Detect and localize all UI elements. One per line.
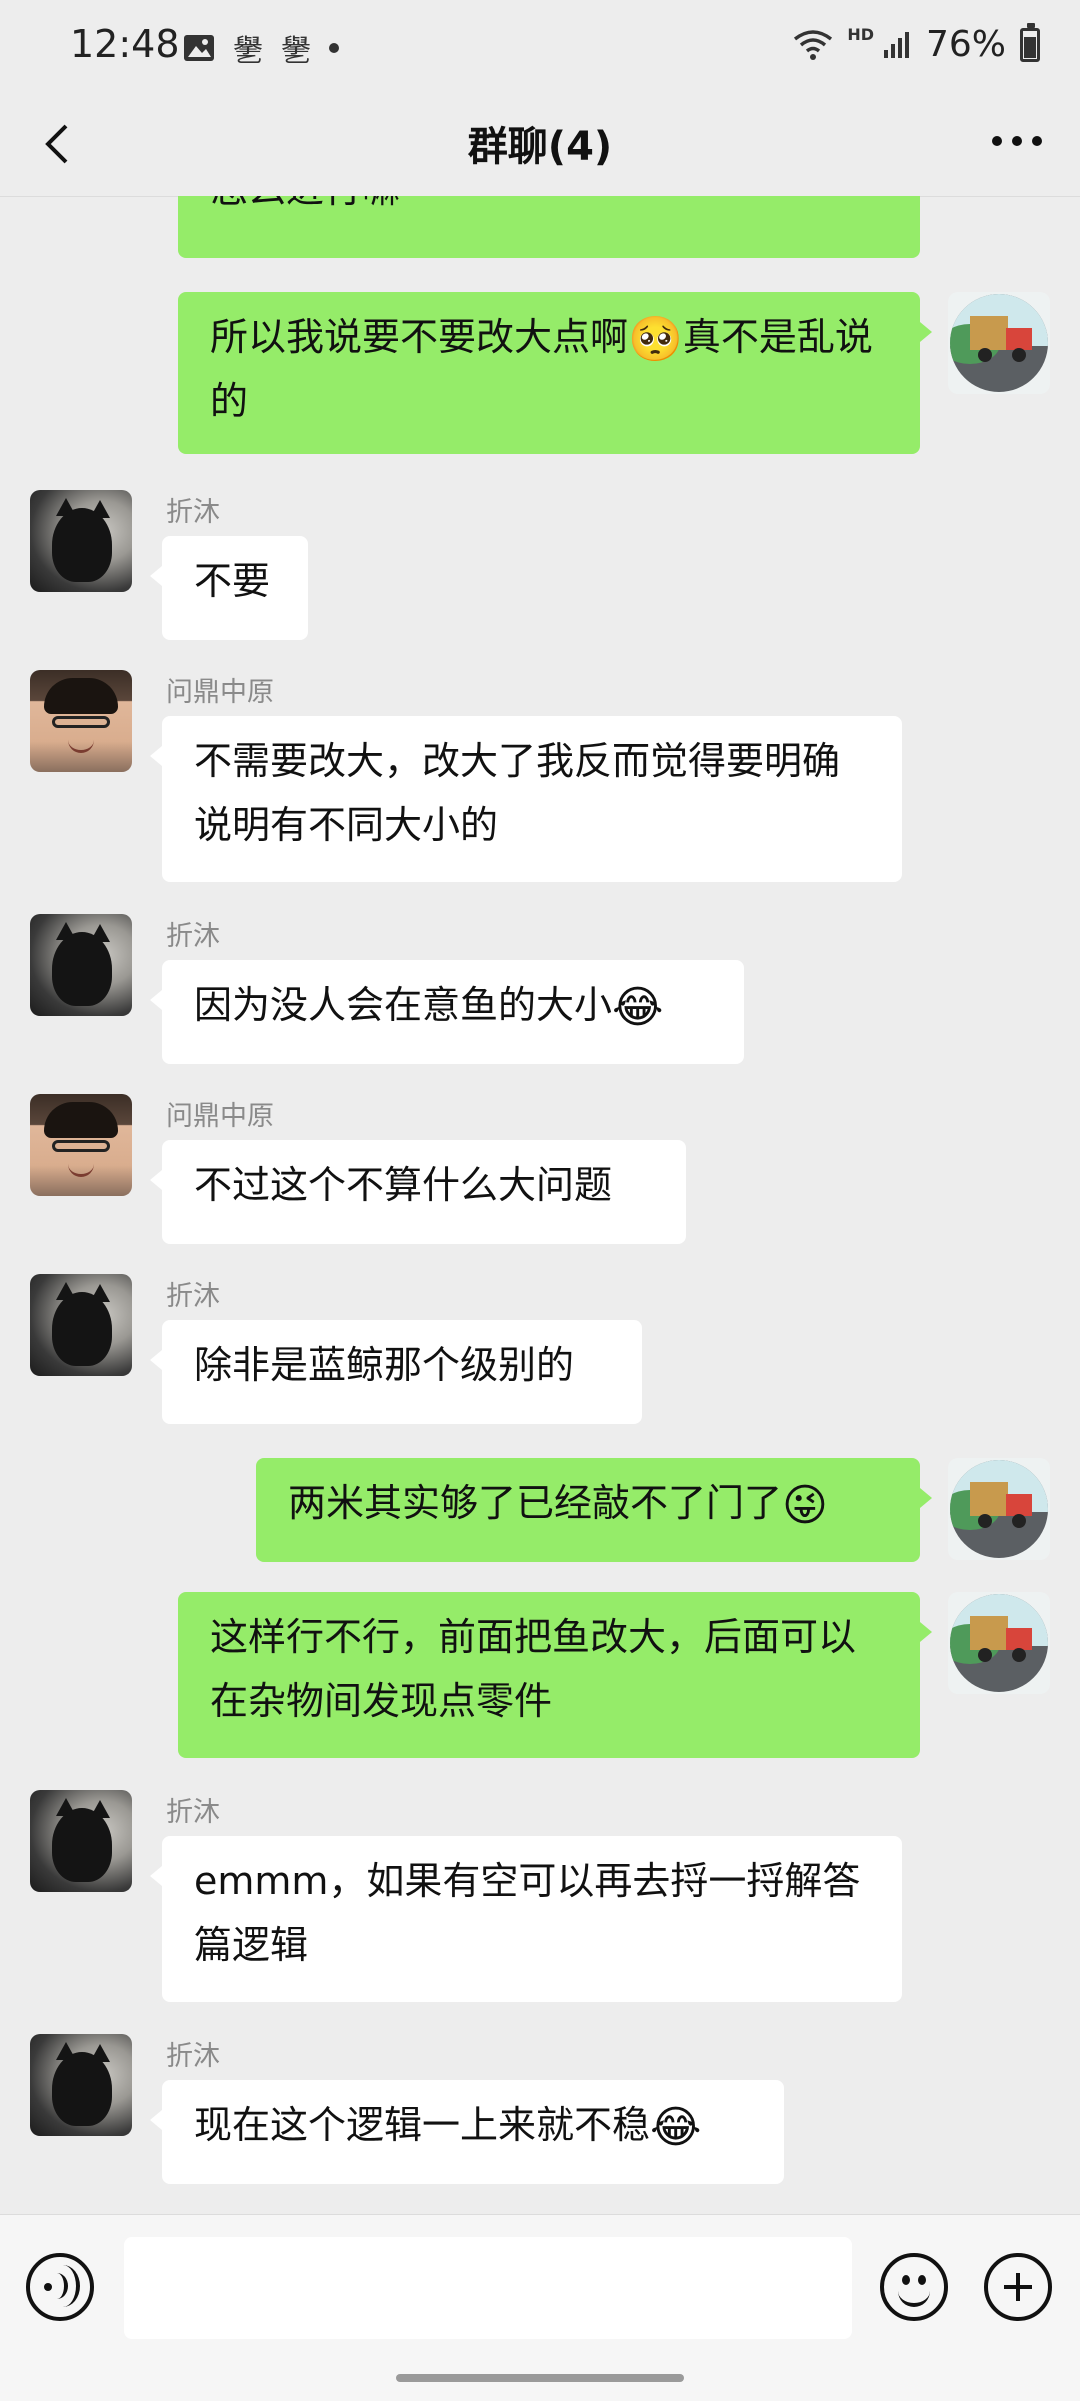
dot-icon [329, 43, 339, 53]
tears-of-joy-emoji-icon: 😂 [650, 2101, 702, 2153]
top-navigation-bar: 群聊(4) [0, 92, 1080, 197]
avatar-wendingzhongyuan[interactable] [30, 1094, 132, 1196]
message-text: 不过这个不算什么大问题 [194, 1163, 613, 1207]
avatar-zhemu[interactable] [30, 1274, 132, 1376]
avatar-zhemu[interactable] [30, 2034, 132, 2136]
message-bubble-incoming[interactable]: 不要 [150, 536, 308, 640]
tears-of-joy-emoji-icon: 😂 [612, 981, 664, 1033]
chat-message-list[interactable]: 怎么进行嘛 所以我说要不要改大点啊🥺真不是乱说的 折沐 不要 问鼎中原 不需要改… [0, 196, 1080, 2216]
emoji-icon[interactable] [880, 2253, 948, 2321]
notification-icon: 㐦 [233, 34, 263, 69]
message-text: 因为没人会在意鱼的大小 [194, 983, 613, 1027]
message-input[interactable] [124, 2237, 852, 2339]
message-bubble-incoming[interactable]: 因为没人会在意鱼的大小😂 [150, 960, 744, 1064]
message-text: 不要 [194, 559, 271, 603]
home-indicator[interactable] [396, 2374, 684, 2382]
status-time: 12:48 [70, 22, 180, 66]
message-text: 两米其实够了已经敲不了门了 [288, 1481, 783, 1525]
notification-icon: 㐦 [281, 34, 311, 69]
sender-name: 折沐 [166, 921, 220, 952]
status-notification-icons: 㐦 㐦 [183, 26, 339, 70]
wifi-icon [794, 29, 833, 60]
battery-percent: 76% [925, 24, 1006, 65]
sender-name: 折沐 [166, 1797, 220, 1828]
my-avatar[interactable] [948, 1592, 1050, 1694]
avatar-wendingzhongyuan[interactable] [30, 670, 132, 772]
status-right: HD 76% [793, 22, 1040, 65]
avatar-zhemu[interactable] [30, 914, 132, 1016]
message-text: 所以我说要不要改大点啊 [210, 315, 629, 359]
sender-name: 折沐 [166, 497, 220, 528]
message-bubble-incoming[interactable]: 不需要改大，改大了我反而觉得要明确说明有不同大小的 [150, 716, 902, 882]
my-avatar[interactable] [948, 1458, 1050, 1560]
winking-tongue-emoji-icon: 😜 [782, 1479, 828, 1531]
sender-name: 折沐 [166, 2041, 220, 2072]
voice-icon[interactable] [26, 2253, 94, 2321]
plus-icon[interactable] [984, 2253, 1052, 2321]
message-bubble-incoming[interactable]: 除非是蓝鲸那个级别的 [150, 1320, 642, 1424]
message-bubble-incoming[interactable]: 现在这个逻辑一上来就不稳😂 [150, 2080, 784, 2184]
message-input-bar [0, 2214, 1080, 2401]
hd-label: HD [847, 25, 874, 44]
avatar-zhemu[interactable] [30, 490, 132, 592]
battery-icon [1020, 22, 1040, 62]
message-bubble-outgoing[interactable]: 所以我说要不要改大点啊🥺真不是乱说的 [178, 292, 932, 454]
message-text: 这样行不行，前面把鱼改大，后面可以在杂物间发现点零件 [210, 1615, 857, 1723]
chat-title: 群聊(4) [467, 124, 613, 170]
message-bubble-outgoing[interactable]: 两米其实够了已经敲不了门了😜 [256, 1458, 932, 1562]
message-bubble-incoming[interactable]: 不过这个不算什么大问题 [150, 1140, 686, 1244]
my-avatar[interactable] [948, 292, 1050, 394]
sender-name: 问鼎中原 [166, 1101, 274, 1132]
pleading-face-emoji-icon: 🥺 [628, 313, 683, 365]
message-text: 现在这个逻辑一上来就不稳 [194, 2103, 651, 2147]
status-bar: 12:48 㐦 㐦 HD 76% [0, 0, 1080, 92]
message-bubble-incoming[interactable]: emmm，如果有空可以再去捋一捋解答篇逻辑 [150, 1836, 902, 2002]
message-bubble-outgoing[interactable]: 这样行不行，前面把鱼改大，后面可以在杂物间发现点零件 [178, 1592, 932, 1758]
message-text: 怎么进行嘛 [210, 196, 400, 211]
avatar-zhemu[interactable] [30, 1790, 132, 1892]
image-icon [184, 35, 214, 61]
sender-name: 折沐 [166, 1281, 220, 1312]
sender-name: 问鼎中原 [166, 677, 274, 708]
message-text: 除非是蓝鲸那个级别的 [194, 1343, 575, 1387]
message-bubble-outgoing[interactable]: 怎么进行嘛 [178, 196, 920, 258]
message-text: emmm，如果有空可以再去捋一捋解答篇逻辑 [194, 1859, 861, 1967]
signal-icon [883, 31, 909, 58]
message-text: 不需要改大，改大了我反而觉得要明确说明有不同大小的 [194, 739, 841, 847]
more-options-icon[interactable] [992, 136, 1042, 146]
